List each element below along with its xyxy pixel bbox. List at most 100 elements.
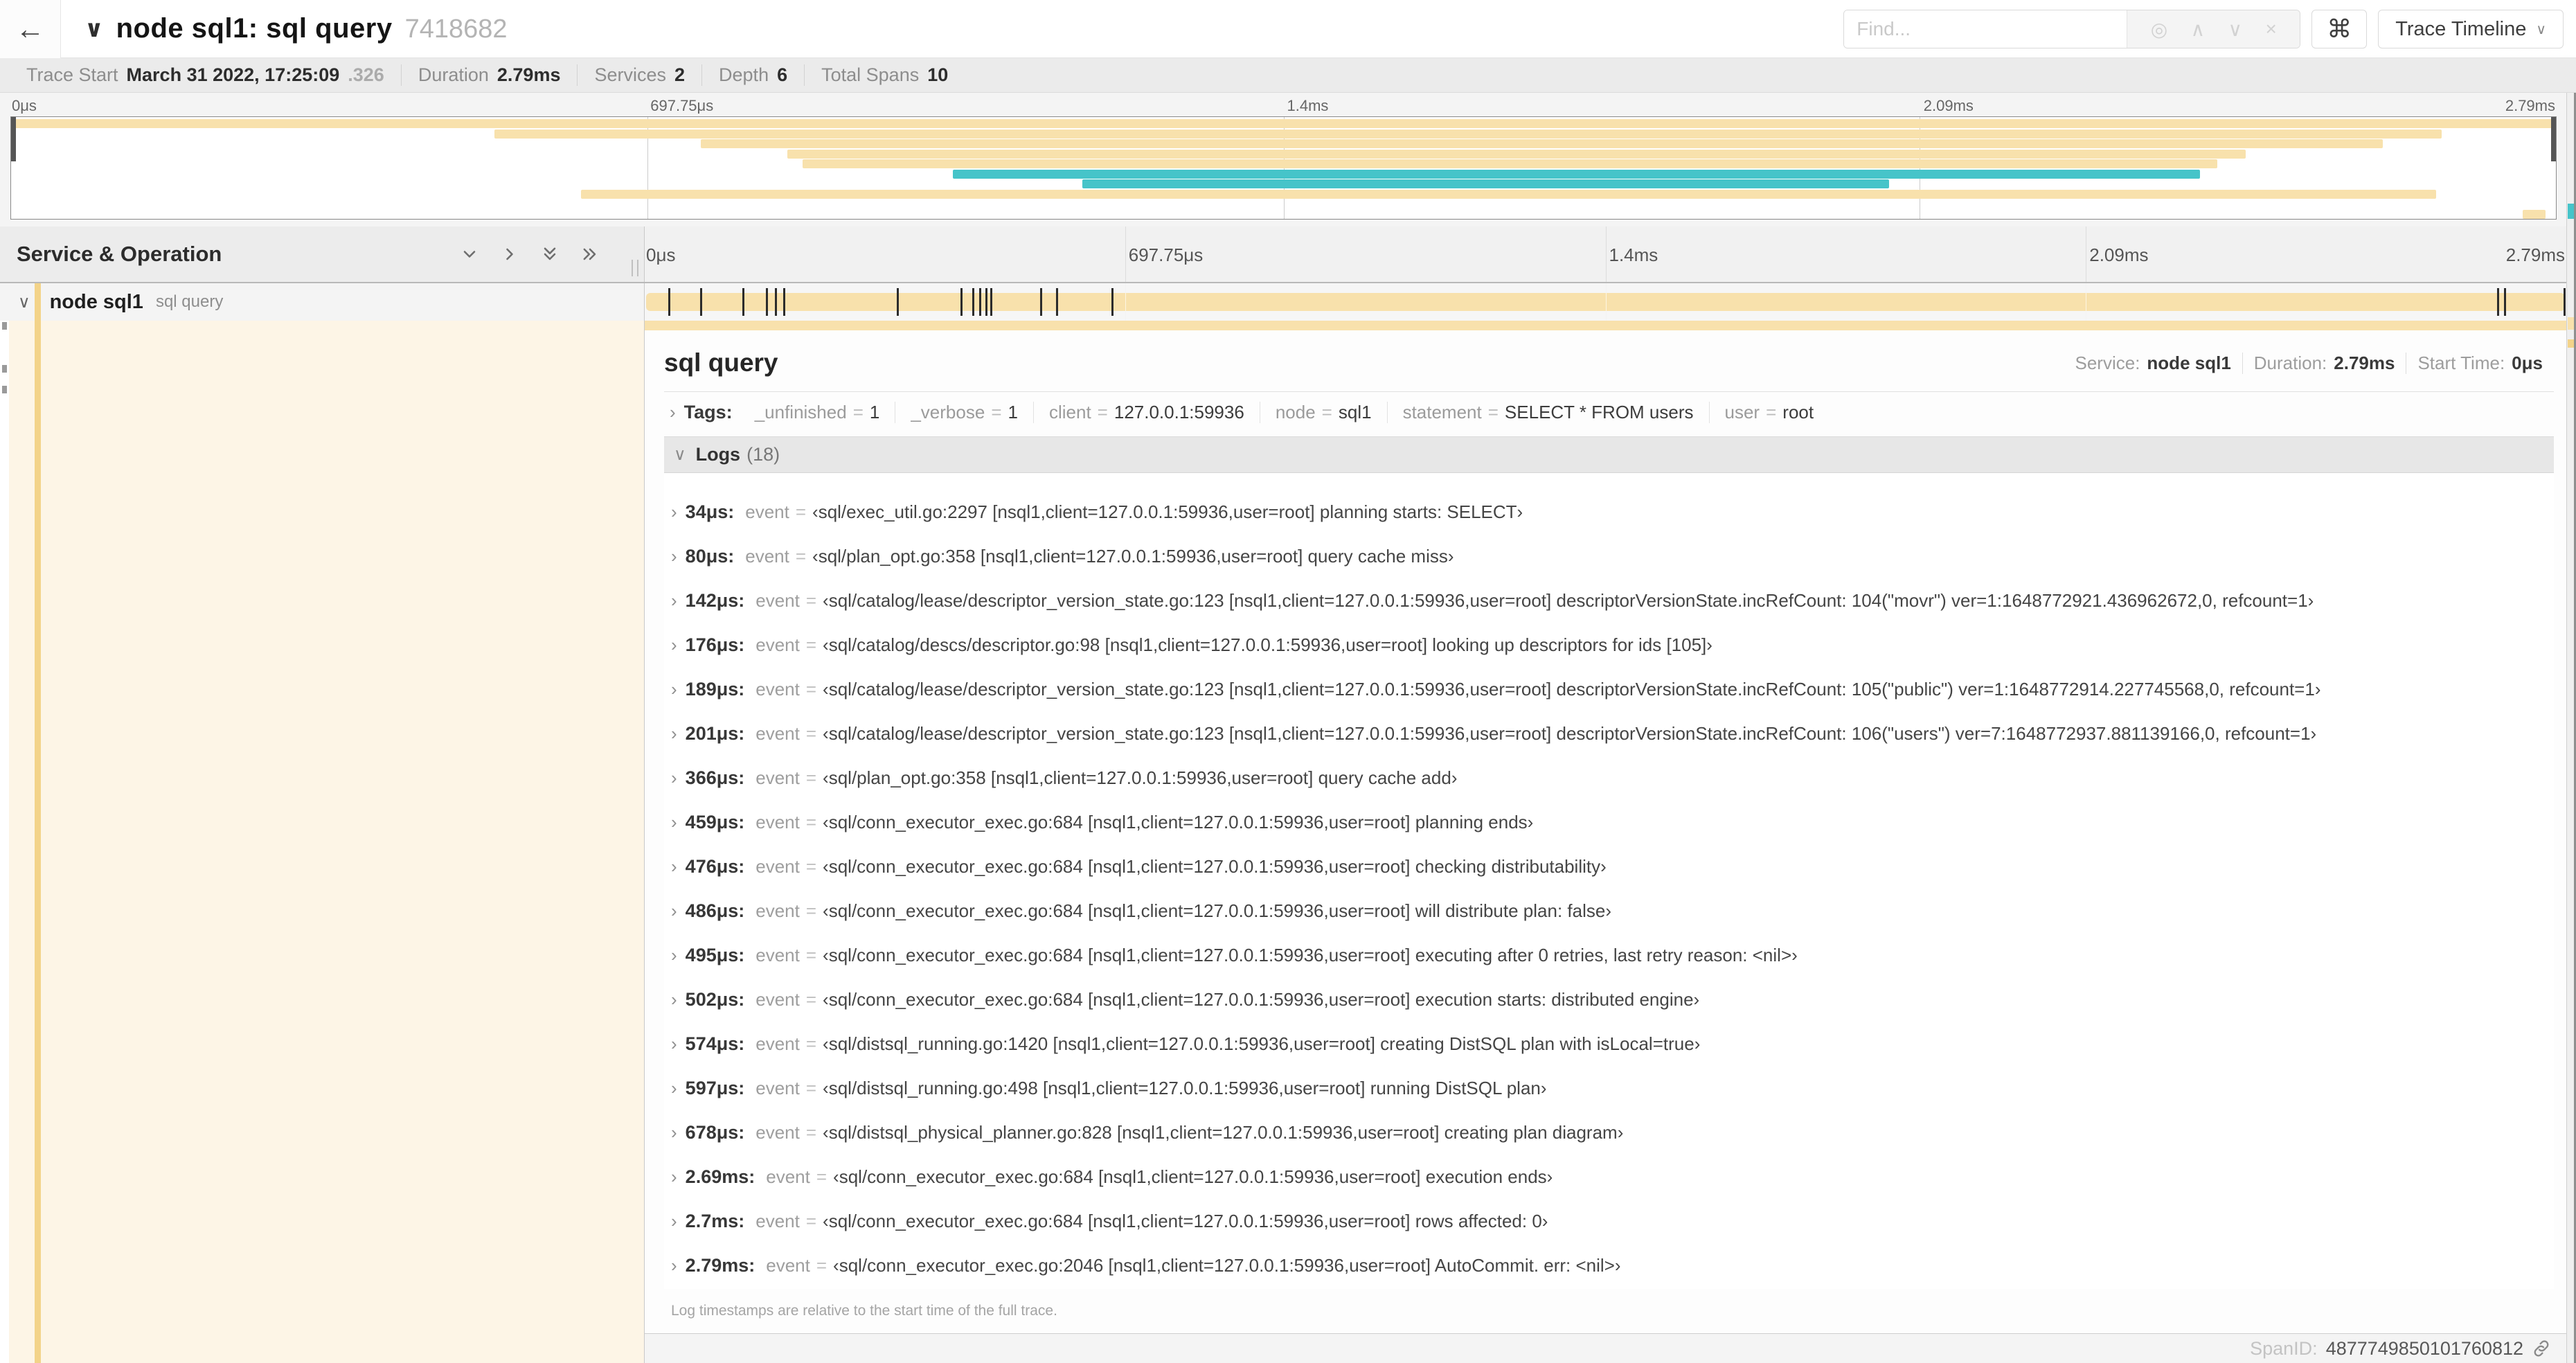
- expand-log-icon[interactable]: ›: [671, 856, 677, 878]
- log-entry[interactable]: › 476μs: event = ‹sql/conn_executor_exec.go:…: [665, 844, 2554, 889]
- scrollbar-mark: [2568, 339, 2574, 348]
- log-entry[interactable]: › 574μs: event = ‹sql/distsql_running.go:142…: [665, 1022, 2554, 1066]
- log-timestamp: 476μs:: [685, 855, 745, 877]
- log-entry[interactable]: › 486μs: event = ‹sql/conn_executor_exec.go:…: [665, 889, 2554, 933]
- chevron-down-icon[interactable]: [460, 244, 479, 264]
- double-chevron-down-icon[interactable]: [540, 244, 560, 264]
- log-entry[interactable]: › 495μs: event = ‹sql/conn_executor_exec.go:…: [665, 933, 2554, 977]
- expand-log-icon[interactable]: ›: [671, 900, 677, 922]
- expand-log-icon[interactable]: ›: [671, 1078, 677, 1099]
- tag-item[interactable]: user = root: [1708, 401, 1830, 423]
- tags-row[interactable]: › Tags: _unfinished = 1 _verbose = 1 client = 12…: [664, 392, 2554, 432]
- view-selector-label: Trace Timeline: [2395, 17, 2527, 40]
- expand-log-icon[interactable]: ›: [671, 590, 677, 612]
- log-value: ‹sql/conn_executor_exec.go:684 [nsql1,cl…: [823, 811, 1534, 832]
- span-detail-header: sql query Service: node sql1 Duration: 2…: [664, 340, 2554, 386]
- log-entry[interactable]: › 34μs: event = ‹sql/exec_util.go:2297 [nsql…: [665, 490, 2554, 534]
- log-timestamp: 495μs:: [685, 944, 745, 965]
- back-button[interactable]: ←: [0, 0, 61, 58]
- viewport-start-handle[interactable]: [11, 117, 16, 161]
- find-next-icon[interactable]: ∨: [2228, 18, 2243, 41]
- chevron-right-icon[interactable]: [500, 244, 519, 264]
- find-input[interactable]: [1844, 10, 2127, 48]
- expand-log-icon[interactable]: ›: [671, 1122, 677, 1143]
- timeline-tick-label: 2.79ms: [2505, 244, 2565, 265]
- log-entry[interactable]: › 366μs: event = ‹sql/plan_opt.go:358 [nsql1…: [665, 756, 2554, 800]
- log-entry[interactable]: › 142μs: event = ‹sql/catalog/lease/descript…: [665, 578, 2554, 623]
- tag-key: user: [1724, 401, 1760, 422]
- viewport-end-handle[interactable]: [2551, 117, 2556, 161]
- log-field-name: event: [755, 767, 800, 788]
- log-value: ‹sql/conn_executor_exec.go:684 [nsql1,cl…: [833, 1166, 1553, 1187]
- logs-header[interactable]: ∨ Logs (18): [664, 437, 2554, 474]
- expand-log-icon[interactable]: ›: [671, 501, 677, 523]
- span-row[interactable]: ∨ node sql1 sql query: [0, 283, 2566, 321]
- expand-log-icon[interactable]: ›: [671, 989, 677, 1010]
- deep-link-icon[interactable]: [2532, 1339, 2551, 1358]
- span-id-value: 4877749850101760812: [2325, 1337, 2523, 1359]
- expand-log-icon[interactable]: ›: [671, 945, 677, 966]
- log-entry[interactable]: › 2.79ms: event = ‹sql/conn_executor_exec.go…: [665, 1243, 2554, 1288]
- log-timestamp: 597μs:: [685, 1077, 745, 1098]
- expand-log-icon[interactable]: ›: [671, 1033, 677, 1055]
- tag-value: 1: [1008, 401, 1018, 422]
- log-field-name: event: [755, 722, 800, 744]
- equals-sign: =: [991, 401, 1002, 422]
- expand-log-icon[interactable]: ›: [671, 546, 677, 567]
- expand-log-icon[interactable]: ›: [671, 1166, 677, 1188]
- collapse-trace-header-icon[interactable]: ∨: [84, 15, 104, 43]
- expand-log-icon[interactable]: ›: [671, 812, 677, 833]
- duration-info: Duration: 2.79ms: [2242, 352, 2406, 374]
- timeline-tick-label: 2.79ms: [2505, 97, 2555, 114]
- logs-list: › 34μs: event = ‹sql/exec_util.go:2297 [nsql…: [664, 473, 2554, 1290]
- log-timestamp: 502μs:: [685, 988, 745, 1010]
- scrollbar-strip[interactable]: [2566, 93, 2576, 1363]
- locate-icon[interactable]: ◎: [2151, 18, 2167, 41]
- expand-tags-icon[interactable]: ›: [670, 402, 676, 423]
- detail-right-zone: sql query Service: node sql1 Duration: 2…: [644, 321, 2566, 1363]
- tag-item[interactable]: _unfinished = 1: [740, 402, 895, 423]
- log-entry[interactable]: › 597μs: event = ‹sql/distsql_running.go:498…: [665, 1066, 2554, 1110]
- minimap-span-bar: [802, 159, 2218, 168]
- span-bar-track[interactable]: [644, 283, 2566, 321]
- expand-log-icon[interactable]: ›: [671, 634, 677, 656]
- log-entry[interactable]: › 678μs: event = ‹sql/distsql_physical_plann…: [665, 1110, 2554, 1155]
- log-entry[interactable]: › 2.69ms: event = ‹sql/conn_executor_exec.go…: [665, 1155, 2554, 1199]
- keyboard-shortcuts-button[interactable]: ⌘: [2311, 10, 2368, 48]
- log-marker: [668, 288, 670, 316]
- double-chevron-right-icon[interactable]: [580, 244, 600, 264]
- collapse-logs-icon[interactable]: ∨: [674, 445, 686, 465]
- log-entry[interactable]: › 80μs: event = ‹sql/plan_opt.go:358 [nsql1,…: [665, 534, 2554, 578]
- equals-sign: =: [805, 722, 817, 744]
- log-value: ‹sql/plan_opt.go:358 [nsql1,client=127.0…: [823, 767, 1458, 788]
- log-marker: [972, 288, 975, 316]
- view-selector-dropdown[interactable]: Trace Timeline ∨: [2378, 10, 2564, 48]
- minimap-span-bar: [787, 149, 2246, 159]
- log-entry[interactable]: › 176μs: event = ‹sql/catalog/descs/descript…: [665, 623, 2554, 667]
- tag-item[interactable]: node = sql1: [1259, 401, 1387, 423]
- log-field-name: event: [755, 589, 800, 611]
- tag-item[interactable]: _verbose = 1: [895, 401, 1033, 423]
- column-resize-handle[interactable]: [632, 260, 638, 276]
- collapse-span-icon[interactable]: ∨: [18, 292, 30, 312]
- expand-log-icon[interactable]: ›: [671, 767, 677, 789]
- tag-item[interactable]: statement = SELECT * FROM users: [1386, 401, 1709, 423]
- span-row-name-column[interactable]: ∨ node sql1 sql query: [0, 283, 644, 321]
- log-marker: [2504, 288, 2507, 316]
- tag-value: SELECT * FROM users: [1504, 401, 1694, 422]
- log-entry[interactable]: › 502μs: event = ‹sql/conn_executor_exec.go:…: [665, 977, 2554, 1022]
- tag-item[interactable]: client = 127.0.0.1:59936: [1032, 401, 1260, 423]
- find-prev-icon[interactable]: ∧: [2191, 18, 2206, 41]
- expand-log-icon[interactable]: ›: [671, 1211, 677, 1232]
- log-entry[interactable]: › 2.7ms: event = ‹sql/conn_executor_exec.go:…: [665, 1199, 2554, 1243]
- expand-log-icon[interactable]: ›: [671, 723, 677, 745]
- expand-log-icon[interactable]: ›: [671, 679, 677, 700]
- log-entry[interactable]: › 189μs: event = ‹sql/catalog/lease/descript…: [665, 667, 2554, 711]
- log-entry[interactable]: › 459μs: event = ‹sql/conn_executor_exec.go:…: [665, 800, 2554, 844]
- log-value: ‹sql/distsql_running.go:1420 [nsql1,clie…: [823, 1033, 1701, 1054]
- minimap-canvas[interactable]: [10, 116, 2557, 220]
- logs-count: (18): [746, 444, 780, 465]
- log-entry[interactable]: › 201μs: event = ‹sql/catalog/lease/descript…: [665, 711, 2554, 756]
- expand-log-icon[interactable]: ›: [671, 1255, 677, 1276]
- find-clear-icon[interactable]: ×: [2265, 18, 2276, 40]
